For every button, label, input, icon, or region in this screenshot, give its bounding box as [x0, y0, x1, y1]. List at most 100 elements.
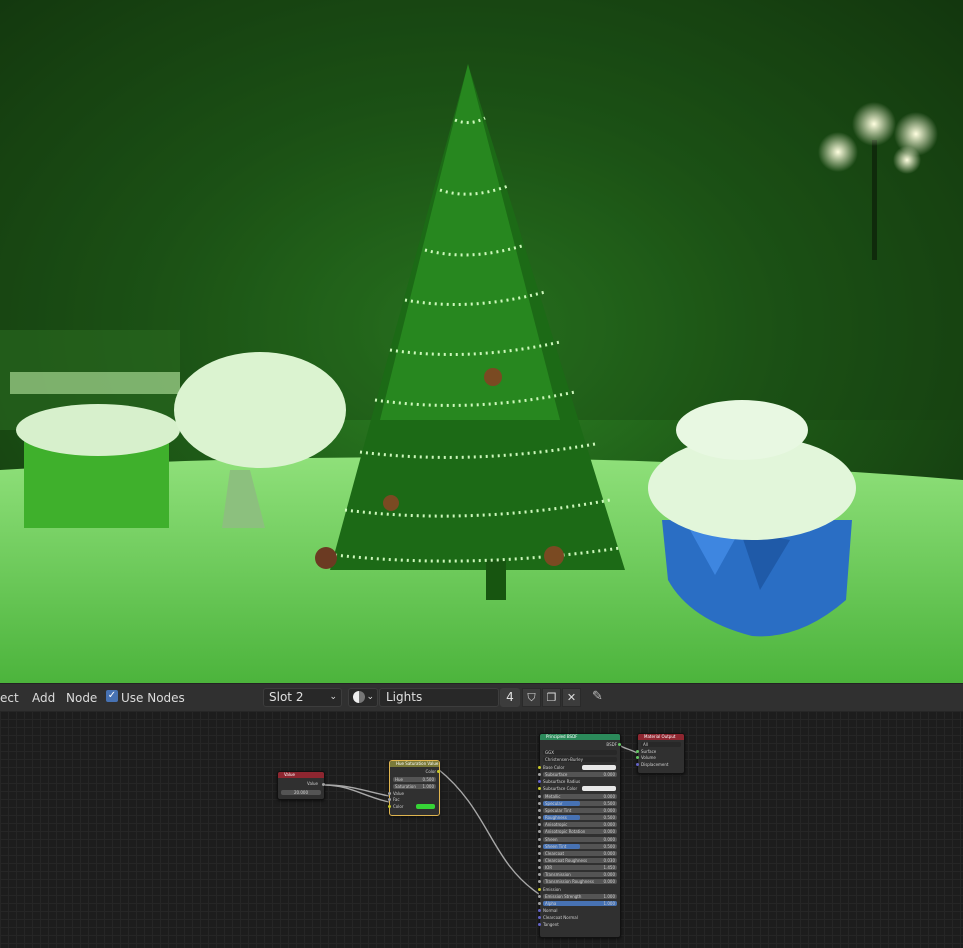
- bsdf-input-sheen[interactable]: Sheen 0.000: [543, 836, 617, 842]
- slot-dropdown[interactable]: Slot 2 ⌄: [263, 688, 342, 707]
- bsdf-input-socket[interactable]: [538, 787, 541, 791]
- value-node-field[interactable]: 20.000: [281, 790, 321, 795]
- bsdf-input-socket[interactable]: [538, 844, 541, 848]
- hsv-node[interactable]: Hue Saturation Value Color Hue 0.500 Sat…: [388, 760, 440, 816]
- menu-add[interactable]: Add: [32, 691, 55, 705]
- bsdf-input-socket[interactable]: [538, 866, 541, 870]
- bsdf-input-socket[interactable]: [538, 894, 541, 898]
- hsv-saturation-field[interactable]: Saturation 1.000: [393, 784, 436, 789]
- bsdf-input-anisotropic-rotation[interactable]: Anisotropic Rotation 0.000: [543, 829, 617, 835]
- bsdf-input-socket[interactable]: [538, 909, 541, 912]
- user-count-label: 4: [506, 690, 514, 704]
- bsdf-input-socket[interactable]: [538, 887, 541, 891]
- unlink-close-icon[interactable]: ✕: [562, 688, 581, 707]
- bsdf-input-socket[interactable]: [538, 794, 541, 798]
- value-node[interactable]: Value Value 20.000: [277, 771, 325, 800]
- bsdf-input-anisotropic[interactable]: Anisotropic 0.000: [543, 822, 617, 828]
- value-output-socket[interactable]: [322, 783, 325, 786]
- bsdf-distribution-dropdown[interactable]: GGX: [543, 750, 617, 755]
- bsdf-input-socket[interactable]: [538, 916, 541, 920]
- hsv-color-socket[interactable]: [388, 805, 391, 808]
- bsdf-input-emission-strength[interactable]: Emission Strength 1.000: [543, 893, 617, 899]
- hsv-output-label: Color: [425, 769, 436, 774]
- bsdf-input-socket[interactable]: [538, 780, 541, 784]
- material-output-node[interactable]: Material Output All Surface Volume Displ…: [636, 733, 685, 774]
- bsdf-input-metallic[interactable]: Metallic 0.000: [543, 793, 617, 799]
- color-swatch[interactable]: [582, 786, 616, 792]
- link-value-to-hsv-value: [323, 784, 390, 797]
- bsdf-input-tangent[interactable]: Tangent: [543, 922, 617, 927]
- user-count[interactable]: 4: [500, 688, 520, 707]
- node-editor-canvas[interactable]: Value Value 20.000 Hue Saturation Value …: [0, 711, 963, 948]
- pin-icon[interactable]: ✎: [592, 689, 603, 704]
- bsdf-input-socket[interactable]: [538, 880, 541, 884]
- slot-label: Slot 2: [269, 690, 304, 704]
- bsdf-input-normal[interactable]: Normal: [543, 908, 617, 913]
- bsdf-input-subsurface[interactable]: Subsurface 0.000: [543, 772, 617, 778]
- hsv-fac-socket[interactable]: [388, 798, 391, 801]
- bsdf-input-socket[interactable]: [538, 873, 541, 877]
- bsdf-input-sheen-tint[interactable]: Sheen Tint 0.500: [543, 843, 617, 849]
- hsv-output-socket[interactable]: [437, 770, 440, 773]
- material-name-field[interactable]: Lights: [379, 688, 499, 707]
- menu-node[interactable]: Node: [66, 691, 97, 705]
- hsv-value-socket[interactable]: [388, 792, 391, 795]
- bsdf-input-specular-tint[interactable]: Specular Tint 0.000: [543, 807, 617, 813]
- bsdf-input-roughness[interactable]: Roughness 0.500: [543, 815, 617, 821]
- bsdf-input-socket[interactable]: [538, 837, 541, 841]
- bsdf-input-clearcoat-normal[interactable]: Clearcoat Normal: [543, 915, 617, 920]
- bsdf-input-socket[interactable]: [538, 851, 541, 855]
- output-volume-input: Volume: [641, 755, 656, 760]
- principled-bsdf-node[interactable]: Principled BSDF BSDF GGX Christensen-Bur…: [538, 733, 621, 938]
- bsdf-input-socket[interactable]: [538, 801, 541, 805]
- bsdf-input-socket[interactable]: [538, 830, 541, 834]
- bsdf-input-socket[interactable]: [538, 808, 541, 812]
- bsdf-input-socket[interactable]: [538, 816, 541, 820]
- bsdf-input-transmission-roughness[interactable]: Transmission Roughness 0.000: [543, 879, 617, 885]
- bsdf-input-ior[interactable]: IOR 1.450: [543, 865, 617, 871]
- bsdf-input-alpha[interactable]: Alpha 1.000: [543, 900, 617, 906]
- link-bsdf-to-output: [618, 744, 638, 754]
- bsdf-input-socket[interactable]: [538, 773, 541, 777]
- link-hsv-to-emission: [437, 768, 540, 895]
- bsdf-input-specular[interactable]: Specular 0.500: [543, 800, 617, 806]
- hsv-saturation-value: 1.000: [422, 784, 434, 789]
- color-swatch[interactable]: [582, 765, 616, 770]
- hsv-hue-field[interactable]: Hue 0.500: [393, 777, 436, 782]
- render-viewport[interactable]: [0, 0, 963, 683]
- bsdf-input-socket[interactable]: [538, 766, 541, 769]
- output-surface-socket[interactable]: [636, 750, 639, 753]
- output-displacement-socket[interactable]: [636, 763, 639, 766]
- bsdf-input-socket[interactable]: [538, 823, 541, 827]
- bsdf-input-value: 0.000: [603, 850, 615, 856]
- chevron-down-icon: ⌄: [366, 692, 374, 702]
- bsdf-input-clearcoat-roughness[interactable]: Clearcoat Roughness 0.030: [543, 857, 617, 863]
- output-volume-socket[interactable]: [636, 756, 639, 759]
- bsdf-input-socket[interactable]: [538, 923, 541, 927]
- bsdf-input-socket[interactable]: [538, 901, 541, 905]
- bsdf-input-label: Emission: [543, 886, 561, 892]
- bsdf-input-clearcoat[interactable]: Clearcoat 0.000: [543, 850, 617, 856]
- hsv-color-swatch[interactable]: [416, 804, 435, 809]
- bsdf-input-socket[interactable]: [538, 858, 541, 862]
- duplicate-material-icon[interactable]: ❐: [542, 688, 561, 707]
- fake-user-shield-icon[interactable]: ⛉: [522, 688, 541, 707]
- bsdf-input-base-color[interactable]: Base Color: [543, 765, 617, 770]
- menu-select[interactable]: ect: [0, 691, 19, 705]
- bsdf-input-label: Specular: [545, 800, 563, 806]
- bsdf-subsurface-method-dropdown[interactable]: Christensen-Burley: [543, 757, 617, 762]
- output-target-dropdown[interactable]: All: [641, 742, 681, 747]
- material-browse-button[interactable]: ⌄: [348, 688, 378, 707]
- bsdf-input-value: 0.500: [603, 843, 615, 849]
- bsdf-input-transmission[interactable]: Transmission 0.000: [543, 872, 617, 878]
- bsdf-input-subsurface-radius[interactable]: Subsurface Radius: [543, 779, 617, 784]
- use-nodes-label: Use Nodes: [121, 691, 185, 705]
- bsdf-input-value: 1.000: [603, 900, 615, 906]
- bsdf-input-label: Specular Tint: [545, 807, 572, 813]
- bsdf-output-socket[interactable]: [618, 743, 621, 746]
- value-node-title: Value: [278, 772, 324, 778]
- bsdf-input-emission[interactable]: Emission: [543, 887, 617, 892]
- bsdf-input-subsurface-color[interactable]: Subsurface Color: [543, 786, 617, 792]
- use-nodes-checkbox[interactable]: ✓: [106, 690, 118, 702]
- hsv-fac-input: Fac: [393, 797, 400, 802]
